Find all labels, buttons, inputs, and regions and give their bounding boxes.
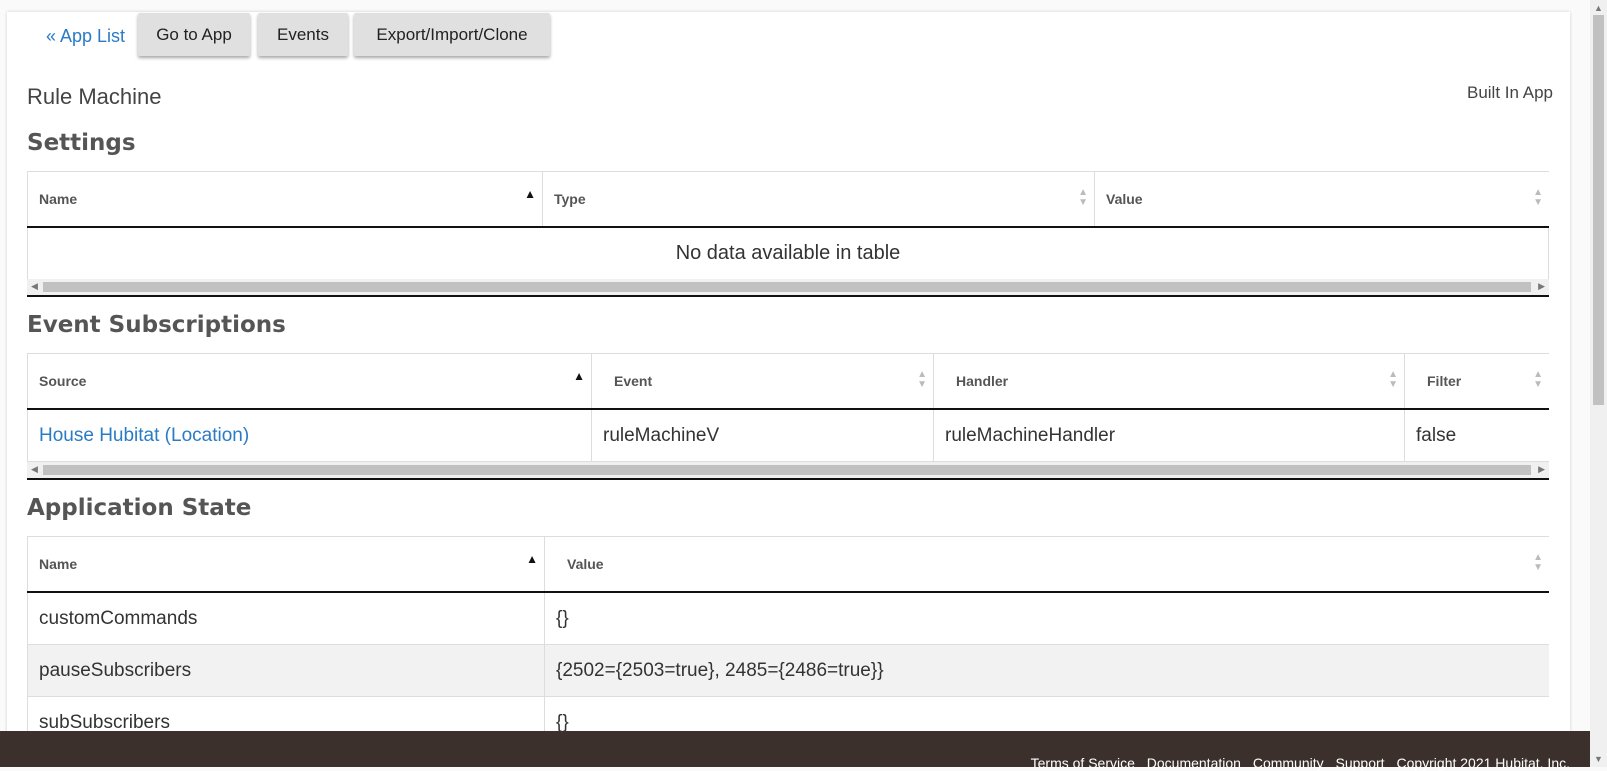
footer-links: Terms of Service Documentation Community… — [1023, 755, 1570, 771]
source-link[interactable]: House Hubitat (Location) — [39, 425, 249, 446]
source-cell: House Hubitat (Location) — [27, 410, 592, 461]
empty-table-message: No data available in table — [27, 228, 1549, 279]
sort-both-icon: ▲ ▼ — [1078, 187, 1088, 208]
event-subscriptions-heading: Event Subscriptions — [27, 312, 286, 338]
support-link[interactable]: Support — [1336, 755, 1385, 771]
filter-cell: false — [1416, 425, 1457, 446]
column-label: Type — [554, 191, 586, 207]
terms-of-service-link[interactable]: Terms of Service — [1031, 755, 1135, 771]
go-to-app-button[interactable]: Go to App — [138, 13, 250, 56]
sort-both-icon: ▲ ▼ — [917, 369, 927, 390]
column-label: Filter — [1427, 373, 1462, 389]
settings-table-header: Name ▲ Type ▲ ▼ Value ▲ ▼ — [27, 172, 1549, 228]
application-state-table: Name ▲ Value ▲ ▼ customCommands {} pauseS… — [27, 536, 1549, 749]
column-label: Handler — [956, 373, 1009, 389]
horizontal-scrollbar[interactable]: ◀ ▶ — [27, 462, 1549, 480]
app-list-link[interactable]: « App List — [46, 26, 125, 47]
vertical-scrollbar[interactable]: ▲ ▼ — [1590, 0, 1607, 767]
copyright-text: Copyright 2021 Hubitat, Inc. — [1396, 755, 1570, 771]
table-row: customCommands {} — [27, 593, 1549, 645]
state-value-cell: {2502={2503=true}, 2485={2486=true}} — [556, 660, 884, 681]
footer: Terms of Service Documentation Community… — [0, 731, 1590, 771]
column-header-handler[interactable]: Handler ▲ ▼ — [934, 354, 1405, 408]
scroll-up-icon[interactable]: ▲ — [1594, 3, 1603, 13]
sort-both-icon: ▲ ▼ — [1533, 552, 1543, 573]
state-name-cell: customCommands — [27, 593, 545, 644]
scrollbar-thumb[interactable] — [43, 465, 1531, 475]
scroll-right-icon[interactable]: ▶ — [1538, 464, 1545, 475]
sort-ascending-icon: ▲ — [573, 369, 585, 383]
sort-both-icon: ▲ ▼ — [1388, 369, 1398, 390]
app-name: Rule Machine — [27, 84, 162, 109]
state-name-cell: pauseSubscribers — [27, 645, 545, 696]
column-header-type[interactable]: Type ▲ ▼ — [543, 172, 1095, 226]
documentation-link[interactable]: Documentation — [1147, 755, 1241, 771]
scroll-right-icon[interactable]: ▶ — [1538, 281, 1545, 292]
column-header-event[interactable]: Event ▲ ▼ — [592, 354, 934, 408]
export-import-clone-button[interactable]: Export/Import/Clone — [354, 13, 550, 56]
scroll-down-icon[interactable]: ▼ — [1594, 754, 1603, 764]
column-label: Name — [39, 556, 78, 572]
event-subscriptions-table-header: Source ▲ Event ▲ ▼ Handler ▲ ▼ Filter ▲ ▼ — [27, 354, 1549, 410]
settings-table: Name ▲ Type ▲ ▼ Value ▲ ▼ No data availabl… — [27, 171, 1549, 297]
scroll-left-icon[interactable]: ◀ — [31, 464, 38, 475]
scroll-left-icon[interactable]: ◀ — [31, 281, 38, 292]
column-header-value[interactable]: Value ▲ ▼ — [1095, 172, 1549, 226]
column-label: Event — [614, 373, 653, 389]
column-header-filter[interactable]: Filter ▲ ▼ — [1405, 354, 1549, 408]
horizontal-scrollbar[interactable]: ◀ ▶ — [27, 279, 1549, 297]
column-header-name[interactable]: Name ▲ — [27, 172, 543, 226]
state-value-cell: {} — [556, 608, 569, 629]
handler-cell: ruleMachineHandler — [934, 410, 1405, 461]
community-link[interactable]: Community — [1253, 755, 1324, 771]
sort-ascending-icon: ▲ — [524, 187, 536, 201]
column-header-value[interactable]: Value ▲ ▼ — [545, 537, 1549, 591]
column-label: Value — [567, 556, 604, 572]
column-header-source[interactable]: Source ▲ — [27, 354, 592, 408]
events-button[interactable]: Events — [258, 13, 348, 56]
sort-both-icon: ▲ ▼ — [1533, 187, 1543, 208]
scrollbar-thumb[interactable] — [43, 282, 1531, 292]
application-state-table-header: Name ▲ Value ▲ ▼ — [27, 537, 1549, 593]
scrollbar-thumb[interactable] — [1593, 15, 1604, 405]
app-detail-card: « App List Go to App Events Export/Impor… — [7, 12, 1570, 752]
column-label: Value — [1106, 191, 1143, 207]
column-header-name[interactable]: Name ▲ — [27, 537, 545, 591]
table-row: pauseSubscribers {2502={2503=true}, 2485… — [27, 645, 1549, 697]
sort-ascending-icon: ▲ — [526, 552, 538, 566]
settings-heading: Settings — [27, 130, 136, 156]
event-subscriptions-table: Source ▲ Event ▲ ▼ Handler ▲ ▼ Filter ▲ ▼ H… — [27, 353, 1549, 480]
application-state-heading: Application State — [27, 495, 252, 521]
column-label: Name — [39, 191, 78, 207]
app-type-label: Built In App — [1466, 83, 1553, 102]
column-label: Source — [39, 373, 87, 389]
event-cell: ruleMachineV — [592, 410, 934, 461]
table-row: House Hubitat (Location) ruleMachineV ru… — [27, 410, 1549, 462]
sort-both-icon: ▲ ▼ — [1533, 369, 1543, 390]
